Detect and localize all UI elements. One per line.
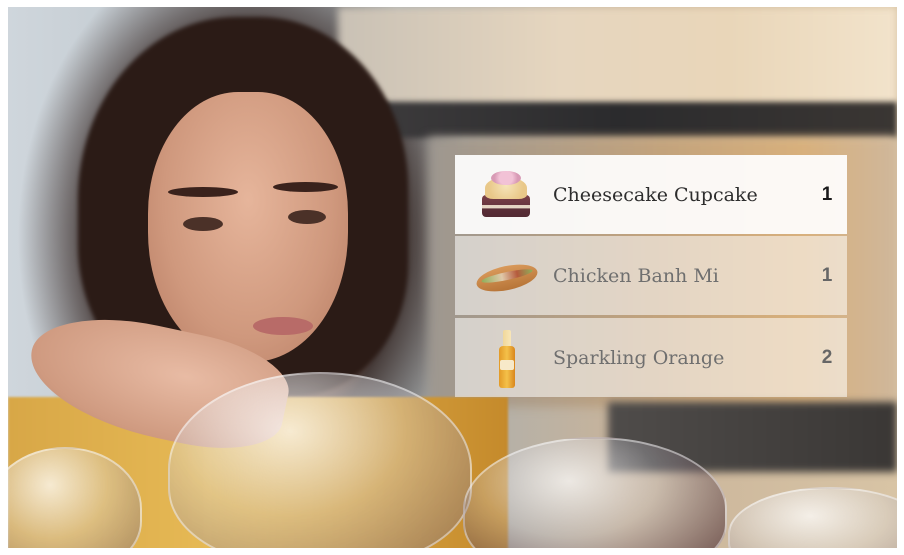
cart-item-row: Sparkling Orange 2 (455, 318, 847, 397)
cart-item-quantity: 2 (821, 346, 833, 368)
woman-right-brow (273, 182, 338, 192)
sandwich-icon (471, 246, 541, 306)
cart-item-name: Chicken Banh Mi (553, 264, 719, 287)
photo-scene: Cheesecake Cupcake 1 Chicken Banh Mi 1 S… (8, 7, 897, 548)
store-shelf-top (338, 7, 897, 107)
cart-item-row: Cheesecake Cupcake 1 (455, 155, 847, 234)
woman-face (148, 92, 348, 362)
store-shelf-band (338, 102, 897, 138)
woman-left-brow (168, 187, 238, 197)
woman-left-eye (183, 217, 223, 231)
cart-item-row: Chicken Banh Mi 1 (455, 236, 847, 315)
cupcake-icon (471, 165, 541, 225)
bottle-icon (471, 328, 541, 388)
cart-item-name: Sparkling Orange (553, 346, 725, 369)
woman-lips (253, 317, 313, 335)
cart-item-quantity: 1 (821, 264, 833, 286)
glass-jar (728, 487, 897, 548)
cart-item-name: Cheesecake Cupcake (553, 183, 758, 206)
woman-right-eye (288, 210, 326, 224)
cart-overlay: Cheesecake Cupcake 1 Chicken Banh Mi 1 S… (455, 155, 847, 397)
cart-item-quantity: 1 (821, 183, 833, 205)
